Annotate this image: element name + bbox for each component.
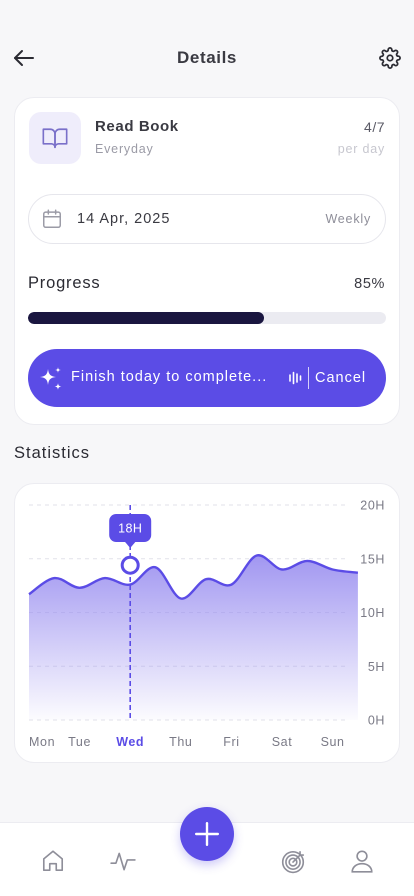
x-tick-label: Wed — [116, 735, 144, 749]
progress-label: Progress — [28, 274, 101, 292]
tab-home[interactable] — [37, 845, 69, 877]
gear-icon — [379, 47, 401, 69]
cancel-label: Cancel — [315, 370, 367, 386]
habit-count-unit: per day — [337, 142, 385, 156]
page-title: Details — [177, 48, 237, 67]
habit-frequency: Everyday — [95, 142, 154, 156]
x-tick-label: Sat — [272, 735, 293, 749]
audio-bars-icon — [289, 371, 302, 385]
chart-area-fill — [29, 555, 358, 720]
cancel-button[interactable]: Cancel — [288, 367, 366, 389]
y-tick-label: 15H — [360, 552, 385, 566]
target-icon — [281, 850, 305, 874]
tab-activity[interactable] — [107, 845, 139, 877]
chart-tooltip-label: 18H — [118, 522, 142, 536]
x-tick-label: Mon — [29, 735, 55, 749]
x-tick-label: Thu — [169, 735, 192, 749]
x-tick-label: Sun — [321, 735, 345, 749]
plus-icon — [194, 821, 220, 847]
progress-bar-fill — [28, 312, 265, 324]
tab-profile[interactable] — [346, 845, 378, 877]
habit-name: Read Book — [95, 118, 179, 135]
divider — [308, 367, 309, 389]
activity-pulse-icon — [110, 852, 136, 871]
x-tick-label: Fri — [223, 735, 239, 749]
calendar-icon — [43, 209, 61, 228]
y-tick-label: 5H — [368, 660, 385, 674]
header: Details — [0, 38, 414, 78]
home-icon — [42, 850, 64, 872]
progress-percent: 85% — [354, 276, 385, 292]
y-tick-label: 20H — [360, 499, 385, 513]
date-value: 14 Apr, 2025 — [77, 211, 171, 227]
habit-card: Read Book Everyday 4/7 per day 14 Apr, 2… — [14, 97, 400, 425]
repeat-value: Weekly — [325, 212, 371, 226]
settings-button[interactable] — [374, 42, 406, 74]
chart-tooltip-pointer — [124, 541, 137, 548]
progress-bar — [28, 312, 386, 324]
statistics-heading: Statistics — [14, 444, 91, 462]
statistics-chart-card: 20H 15H 10H 5H 0H 18H Mon Tue Wed Thu Fri Sat Sun — [14, 483, 400, 763]
y-tick-label: 10H — [360, 606, 385, 620]
sparkles-icon — [40, 367, 62, 390]
finish-today-bar: Finish today to complete... Cancel — [28, 349, 386, 407]
habit-icon-tile — [29, 112, 81, 164]
statistics-chart: 20H 15H 10H 5H 0H 18H Mon Tue Wed Thu Fri Sat Sun — [28, 499, 385, 749]
y-tick-label: 0H — [368, 714, 385, 728]
x-tick-label: Tue — [68, 735, 91, 749]
habit-count: 4/7 — [364, 119, 385, 135]
tab-goals[interactable] — [277, 845, 309, 877]
user-icon — [351, 850, 373, 873]
add-habit-button[interactable] — [180, 807, 234, 861]
book-open-icon — [42, 128, 68, 149]
chart-highlight-point — [120, 555, 140, 575]
finish-today-button[interactable]: Finish today to complete... — [71, 369, 273, 385]
date-field[interactable]: 14 Apr, 2025 Weekly — [28, 194, 386, 244]
